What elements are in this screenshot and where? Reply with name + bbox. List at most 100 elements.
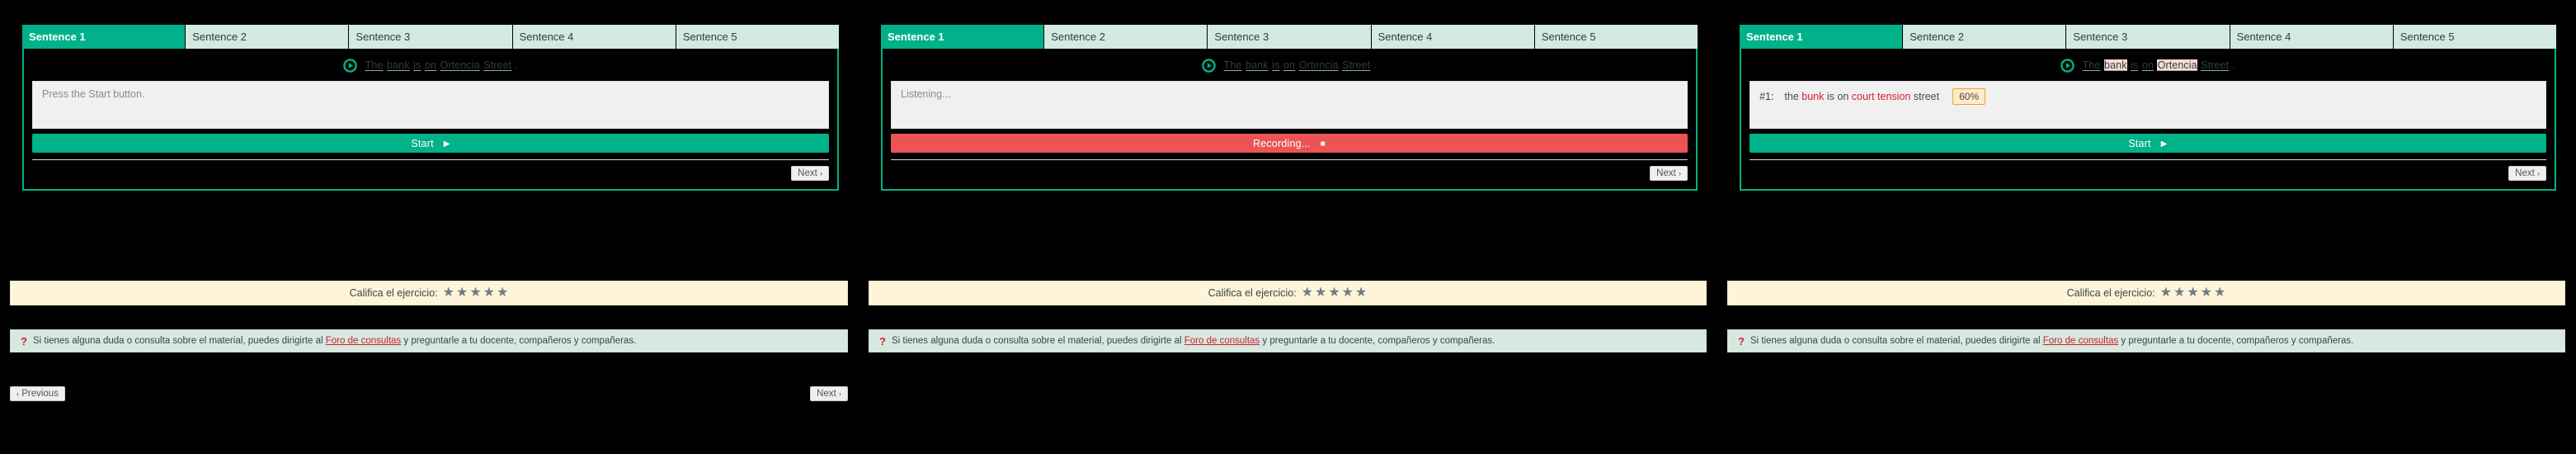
star-4[interactable]: ★	[2201, 286, 2212, 300]
exercise-widget: Sentence 1 Sentence 2 Sentence 3 Sentence 4…	[22, 25, 840, 191]
prompt-word-4[interactable]: on	[1283, 59, 1295, 71]
response-box[interactable]: Listening...	[891, 81, 1688, 129]
prompt-word-5[interactable]: Ortencia	[440, 59, 480, 71]
star-rating: ★ ★ ★ ★ ★	[2160, 286, 2226, 300]
prompt-word-2[interactable]: bank	[2103, 59, 2128, 71]
frame-next-label: Next	[1656, 168, 1676, 178]
star-1[interactable]: ★	[443, 286, 454, 300]
frame-next-label: Next	[798, 168, 817, 178]
prompt-word-4[interactable]: on	[424, 59, 436, 71]
result-token-7: street	[1913, 91, 1940, 103]
action-button-label: Start	[411, 137, 434, 149]
forum-link[interactable]: Foro de consultas	[326, 336, 401, 346]
exercise-panel-recording: Sentence 1 Sentence 2 Sentence 3 Sentence 4…	[859, 0, 1717, 454]
score-badge[interactable]: 60%	[1952, 88, 1986, 106]
play-circle-icon[interactable]	[1202, 58, 1216, 73]
tab-sentence-4[interactable]: Sentence 4	[2230, 25, 2393, 49]
star-2[interactable]: ★	[1315, 286, 1326, 300]
tab-sentence-1[interactable]: Sentence 1	[22, 25, 186, 49]
star-4[interactable]: ★	[483, 286, 495, 300]
tab-sentence-1[interactable]: Sentence 1	[1740, 25, 1903, 49]
sentence-tabbar: Sentence 1 Sentence 2 Sentence 3 Sentence 4…	[1740, 25, 2557, 49]
play-circle-icon[interactable]	[343, 58, 357, 73]
chevron-right-icon: ›	[2537, 169, 2540, 177]
tab-sentence-2[interactable]: Sentence 2	[186, 25, 349, 49]
previous-label: Previous	[21, 389, 59, 399]
help-text-after: y preguntarle a tu docente, compañeros y…	[403, 336, 637, 346]
frame-next-button[interactable]: Next ›	[1650, 166, 1688, 181]
prompt-terminator: .	[2232, 59, 2235, 71]
recording-button[interactable]: Recording... ■	[891, 134, 1688, 153]
star-rating: ★ ★ ★ ★ ★	[1302, 286, 1368, 300]
tab-sentence-5[interactable]: Sentence 5	[676, 25, 840, 49]
star-2[interactable]: ★	[456, 286, 468, 300]
prompt-word-4[interactable]: on	[2141, 59, 2154, 71]
result-token-5: court	[1851, 91, 1875, 103]
play-icon: ▶	[443, 139, 450, 149]
prompt-word-5[interactable]: Ortencia	[1298, 59, 1339, 71]
forum-link[interactable]: Foro de consultas	[1184, 336, 1260, 346]
frame-next-label: Next	[2515, 168, 2535, 178]
chevron-right-icon: ›	[839, 390, 841, 398]
prompt-word-6[interactable]: Street	[1342, 59, 1371, 71]
prompt-word-6[interactable]: Street	[483, 59, 512, 71]
frame-next-button[interactable]: Next ›	[2508, 166, 2546, 181]
chevron-right-icon: ›	[820, 169, 822, 177]
rating-label: Califica el ejercicio:	[349, 287, 438, 299]
result-row: #1: the bunk is on court tension street 60…	[1759, 88, 2536, 106]
prompt-word-5[interactable]: Ortencia	[2157, 59, 2198, 71]
tab-sentence-5[interactable]: Sentence 5	[1534, 25, 1698, 49]
forum-link[interactable]: Foro de consultas	[2043, 336, 2118, 346]
help-bar: ? Si tienes alguna duda o consulta sobre …	[1727, 329, 2565, 352]
star-3[interactable]: ★	[469, 286, 481, 300]
star-5[interactable]: ★	[2214, 286, 2225, 300]
help-bar: ? Si tienes alguna duda o consulta sobre …	[10, 329, 848, 352]
result-token-3: is	[1826, 91, 1834, 103]
sentence-tabbar: Sentence 1 Sentence 2 Sentence 3 Sentence 4…	[881, 25, 1698, 49]
tab-sentence-2[interactable]: Sentence 2	[1903, 25, 2066, 49]
result-token-1: the	[1784, 91, 1799, 103]
play-circle-icon[interactable]	[2060, 58, 2074, 73]
star-3[interactable]: ★	[1328, 286, 1340, 300]
response-box[interactable]: Press the Start button.	[32, 81, 829, 129]
question-mark-icon: ?	[879, 334, 886, 348]
start-button[interactable]: Start ▶	[1750, 134, 2546, 153]
star-3[interactable]: ★	[2187, 286, 2198, 300]
response-placeholder-text: Listening...	[901, 88, 951, 100]
tab-sentence-2[interactable]: Sentence 2	[1044, 25, 1208, 49]
tab-sentence-5[interactable]: Sentence 5	[2393, 25, 2557, 49]
tab-sentence-3[interactable]: Sentence 3	[1208, 25, 1371, 49]
question-mark-icon: ?	[21, 334, 27, 348]
tab-sentence-1[interactable]: Sentence 1	[881, 25, 1044, 49]
prompt-word-3[interactable]: is	[413, 59, 421, 71]
prompt-word-1[interactable]: The	[1223, 59, 1242, 71]
exercise-panel-result: Sentence 1 Sentence 2 Sentence 3 Sentence 4…	[1717, 0, 2575, 454]
frame-next-row: Next ›	[32, 159, 829, 181]
response-box[interactable]: #1: the bunk is on court tension street 60…	[1750, 81, 2546, 129]
tab-sentence-3[interactable]: Sentence 3	[2066, 25, 2230, 49]
tab-sentence-4[interactable]: Sentence 4	[512, 25, 676, 49]
response-placeholder-text: Press the Start button.	[42, 88, 145, 100]
star-4[interactable]: ★	[1342, 286, 1354, 300]
help-text-before: Si tienes alguna duda o consulta sobre e…	[32, 336, 323, 346]
prompt-word-6[interactable]: Street	[2201, 59, 2230, 71]
prompt-word-1[interactable]: The	[365, 59, 384, 71]
help-text: Si tienes alguna duda o consulta sobre e…	[892, 336, 1495, 346]
star-5[interactable]: ★	[1355, 286, 1367, 300]
start-button[interactable]: Start ▶	[32, 134, 829, 153]
prompt-word-3[interactable]: is	[1272, 59, 1280, 71]
previous-button[interactable]: ‹ Previous	[10, 386, 65, 401]
tab-sentence-4[interactable]: Sentence 4	[1371, 25, 1534, 49]
tab-sentence-3[interactable]: Sentence 3	[349, 25, 512, 49]
prompt-word-2[interactable]: bank	[1246, 59, 1269, 71]
star-1[interactable]: ★	[2160, 286, 2172, 300]
prompt-sentence: The bank is on Ortencia Street .	[2082, 59, 2235, 71]
star-5[interactable]: ★	[497, 286, 508, 300]
prompt-word-2[interactable]: bank	[387, 59, 411, 71]
frame-next-button[interactable]: Next ›	[791, 166, 829, 181]
prompt-word-3[interactable]: is	[2131, 59, 2139, 71]
prompt-word-1[interactable]: The	[2082, 59, 2101, 71]
star-1[interactable]: ★	[1302, 286, 1313, 300]
next-button[interactable]: Next ›	[810, 386, 848, 401]
star-2[interactable]: ★	[2173, 286, 2185, 300]
